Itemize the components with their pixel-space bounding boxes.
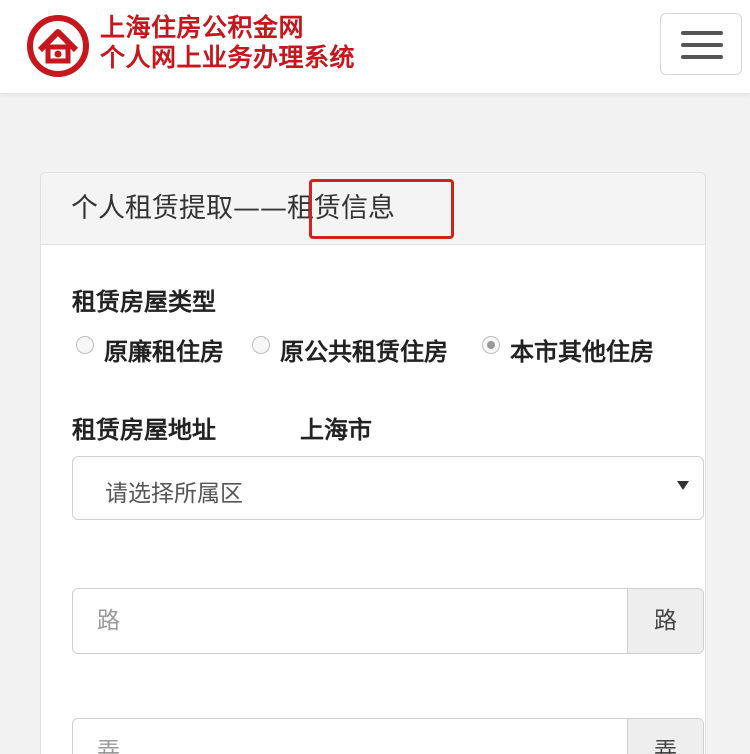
lane-addon: 弄 — [627, 719, 703, 754]
menu-button[interactable] — [660, 13, 742, 75]
radio-original-public-rental[interactable] — [252, 336, 270, 354]
radio-label-original-low-rent[interactable]: 原廉租住房 — [104, 332, 224, 367]
radio-label-other-housing[interactable]: 本市其他住房 — [510, 332, 654, 367]
hamburger-menu-icon — [681, 31, 723, 35]
radio-label-original-public-rental[interactable]: 原公共租赁住房 — [280, 332, 448, 367]
brand-line-2: 个人网上业务办理系统 — [100, 43, 356, 72]
radio-other-housing[interactable] — [482, 336, 500, 354]
road-addon: 路 — [627, 589, 703, 653]
brand-line-1: 上海住房公积金网 — [100, 13, 305, 42]
house-type-label: 租赁房屋类型 — [72, 288, 216, 316]
house-logo-icon[interactable] — [26, 14, 90, 78]
road-input-group: 路 — [72, 588, 704, 654]
road-input[interactable] — [73, 589, 627, 653]
lane-input[interactable] — [73, 719, 627, 754]
lane-input-group: 弄 — [72, 718, 704, 754]
district-select-value: 请选择所属区 — [105, 481, 243, 507]
chevron-down-icon — [677, 481, 689, 490]
brand-title[interactable]: 上海住房公积金网 个人网上业务办理系统 — [100, 13, 355, 73]
highlight-box — [309, 179, 454, 239]
radio-original-low-rent[interactable] — [76, 336, 94, 354]
hamburger-menu-icon-bar — [681, 43, 723, 47]
hamburger-menu-icon-bar — [681, 55, 723, 59]
address-label: 租赁房屋地址 — [72, 416, 216, 444]
city-value: 上海市 — [300, 416, 372, 444]
district-select[interactable]: 请选择所属区 — [72, 456, 704, 520]
top-header: 上海住房公积金网 个人网上业务办理系统 — [0, 0, 750, 94]
